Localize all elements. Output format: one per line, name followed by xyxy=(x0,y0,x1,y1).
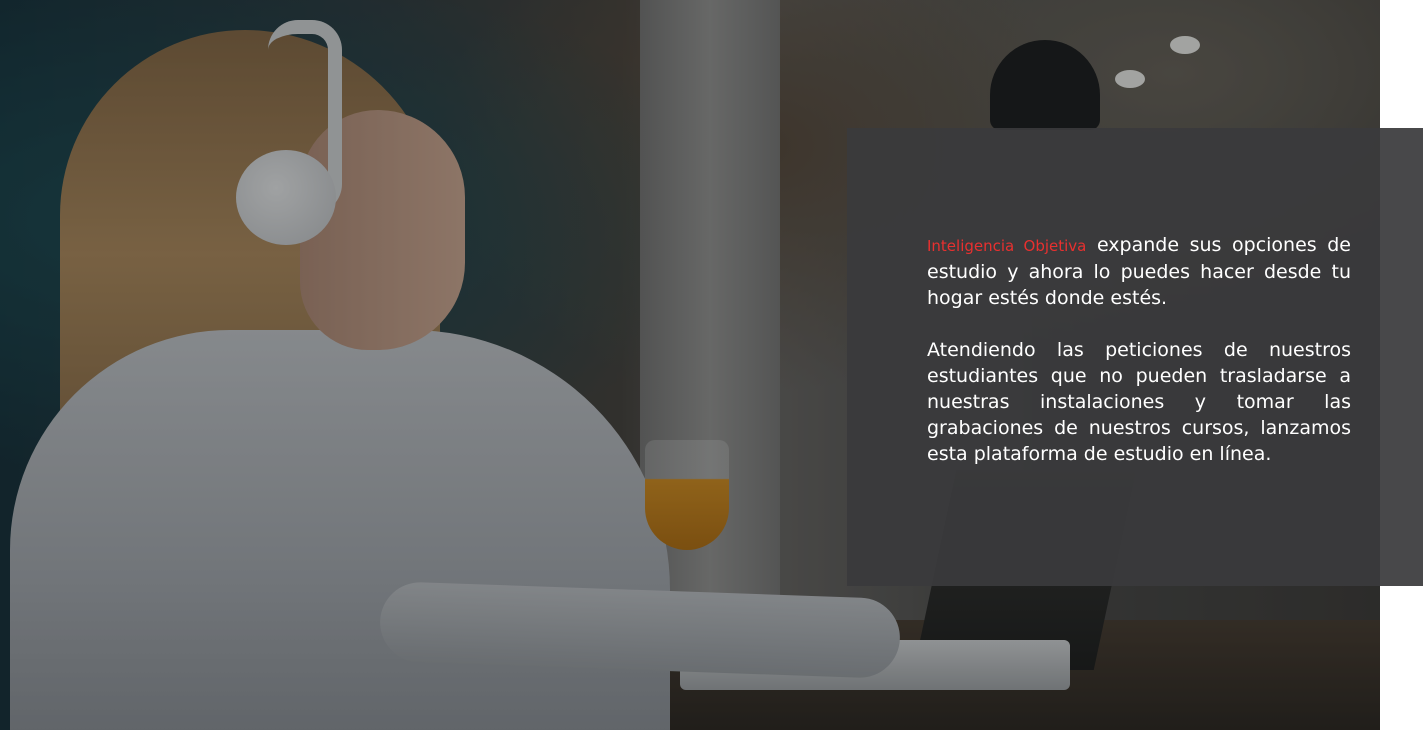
intro-paragraph: Inteligencia Objetiva expande sus opcion… xyxy=(927,232,1351,311)
info-panel: Inteligencia Objetiva expande sus opcion… xyxy=(847,128,1423,586)
page: Inteligencia Objetiva expande sus opcion… xyxy=(0,0,1423,730)
description-paragraph: Atendiendo las peticiones de nuestros es… xyxy=(927,339,1351,465)
brand-name: Inteligencia Objetiva xyxy=(927,237,1087,255)
